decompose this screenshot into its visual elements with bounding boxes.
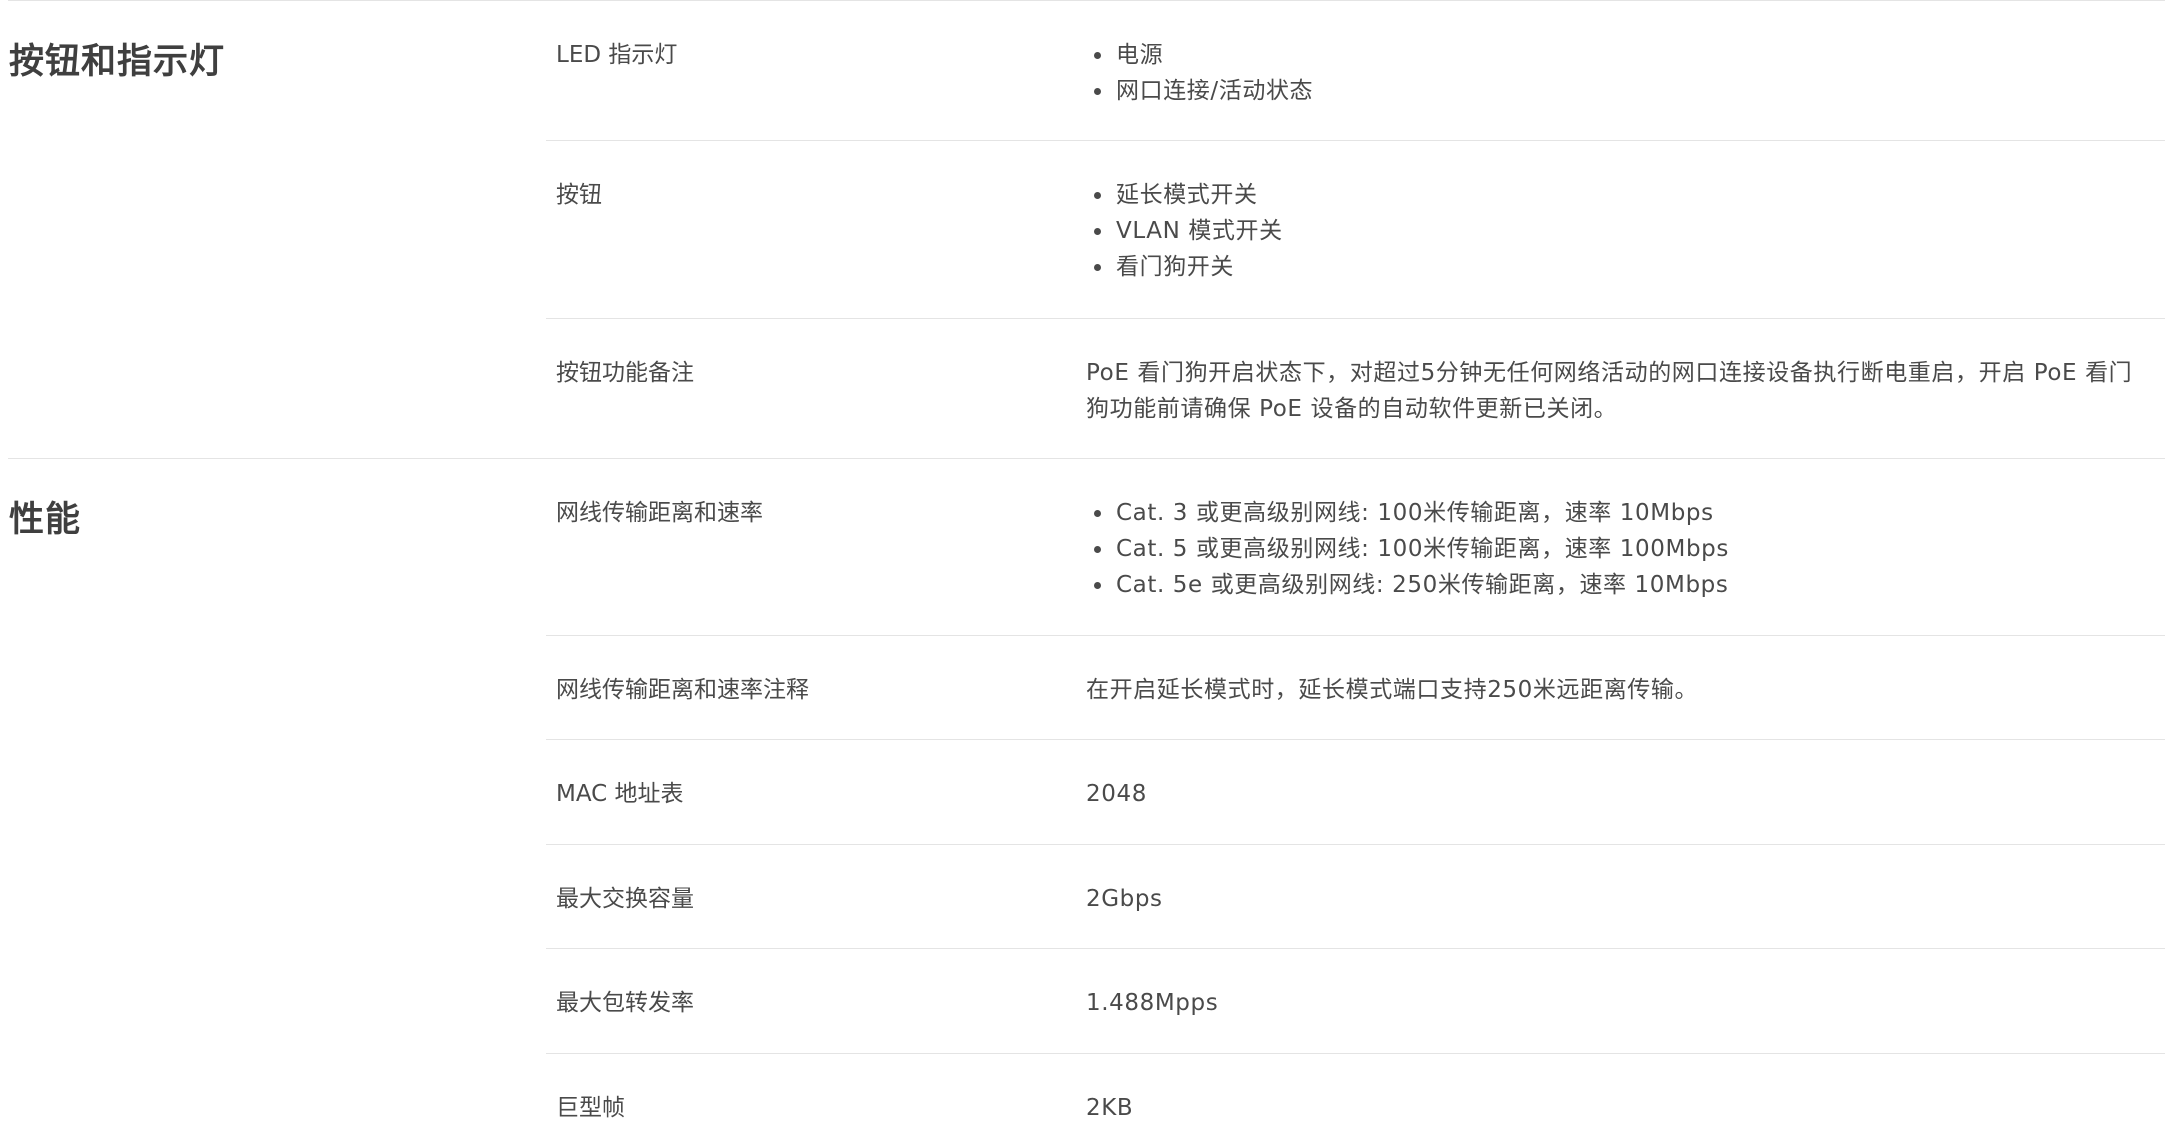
section-buttons-indicators: 按钮和指示灯 LED 指示灯 电源 网口连接/活动状态 按钮 延长模式开关 VL… [8,0,2165,458]
spec-row-button-notes: 按钮功能备注 PoE 看门狗开启状态下，对超过5分钟无任何网络活动的网口连接设备… [546,319,2165,458]
spec-label: LED 指示灯 [556,42,678,68]
spec-value: 2Gbps [1086,886,1163,912]
spec-row-switching-capacity: 最大交换容量 2Gbps [546,845,2165,949]
section-performance: 性能 网线传输距离和速率 Cat. 3 或更高级别网线: 100米传输距离，速率… [8,458,2165,1126]
spec-value: 延长模式开关 VLAN 模式开关 看门狗开关 [1086,177,2165,285]
spec-row-led: LED 指示灯 电源 网口连接/活动状态 [546,1,2165,141]
bullet-list: 延长模式开关 VLAN 模式开关 看门狗开关 [1086,177,2155,285]
spec-label: 网线传输距离和速率注释 [556,677,809,703]
section-title: 按钮和指示灯 [9,42,226,82]
bullet-list: 电源 网口连接/活动状态 [1086,37,2155,109]
bullet-item: VLAN 模式开关 [1086,213,2155,249]
spec-row-mac-table: MAC 地址表 2048 [546,740,2165,845]
spec-label: 网线传输距离和速率 [556,500,763,526]
spec-text: PoE 看门狗开启状态下，对超过5分钟无任何网络活动的网口连接设备执行断电重启，… [1086,360,2133,422]
spec-value: Cat. 3 或更高级别网线: 100米传输距离，速率 10Mbps Cat. … [1086,495,2165,603]
spec-label: 巨型帧 [556,1095,625,1121]
bullet-item: 电源 [1086,37,2155,73]
spec-rows: LED 指示灯 电源 网口连接/活动状态 按钮 延长模式开关 VLAN 模式开关… [546,1,2165,458]
spec-row-cable-notes: 网线传输距离和速率注释 在开启延长模式时，延长模式端口支持250米远距离传输。 [546,636,2165,740]
spec-row-jumbo-frame: 巨型帧 2KB [546,1054,2165,1126]
spec-label: 最大交换容量 [556,886,694,912]
spec-value: 电源 网口连接/活动状态 [1086,37,2165,109]
section-title: 性能 [9,500,82,540]
spec-value: 在开启延长模式时，延长模式端口支持250米远距离传输。 [1086,677,1699,703]
bullet-item: Cat. 5e 或更高级别网线: 250米传输距离，速率 10Mbps [1086,567,2155,603]
spec-label: 按钮功能备注 [556,360,694,386]
spec-label: MAC 地址表 [556,781,684,807]
bullet-list: Cat. 3 或更高级别网线: 100米传输距离，速率 10Mbps Cat. … [1086,495,2155,603]
spec-label: 按钮 [556,182,602,208]
spec-value: PoE 看门狗开启状态下，对超过5分钟无任何网络活动的网口连接设备执行断电重启，… [1086,355,2165,427]
spec-row-forwarding-rate: 最大包转发率 1.488Mpps [546,949,2165,1054]
bullet-item: Cat. 3 或更高级别网线: 100米传输距离，速率 10Mbps [1086,495,2155,531]
spec-row-cable-distance: 网线传输距离和速率 Cat. 3 或更高级别网线: 100米传输距离，速率 10… [546,459,2165,636]
spec-value: 2KB [1086,1095,1134,1121]
spec-page: 按钮和指示灯 LED 指示灯 电源 网口连接/活动状态 按钮 延长模式开关 VL… [0,0,2165,1126]
spec-row-buttons: 按钮 延长模式开关 VLAN 模式开关 看门狗开关 [546,141,2165,319]
bullet-item: 网口连接/活动状态 [1086,73,2155,109]
spec-value: 1.488Mpps [1086,990,1219,1016]
spec-label: 最大包转发率 [556,990,694,1016]
spec-rows: 网线传输距离和速率 Cat. 3 或更高级别网线: 100米传输距离，速率 10… [546,459,2165,1126]
bullet-item: 延长模式开关 [1086,177,2155,213]
bullet-item: 看门狗开关 [1086,249,2155,285]
bullet-item: Cat. 5 或更高级别网线: 100米传输距离，速率 100Mbps [1086,531,2155,567]
spec-value: 2048 [1086,781,1147,807]
